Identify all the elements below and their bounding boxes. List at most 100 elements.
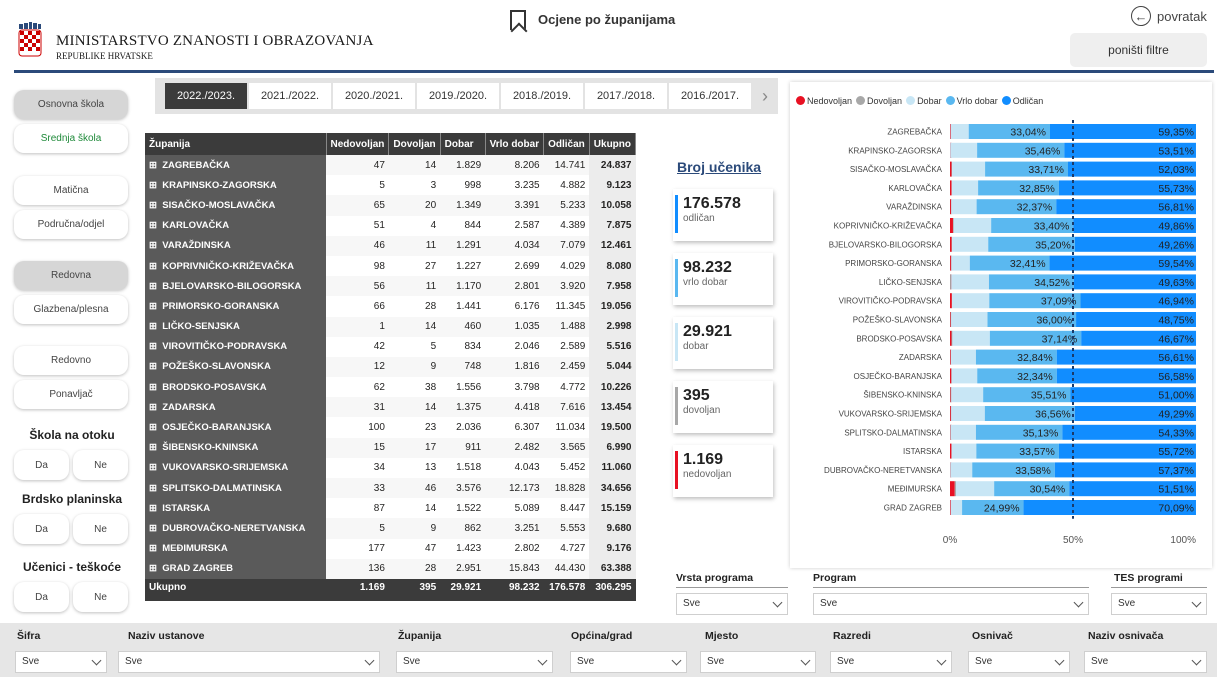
county-cell[interactable]: ⊞ LIČKO-SENJSKA [145,316,326,337]
table-row[interactable]: ⊞ KRAPINSKO-ZAGORSKA 5 3 998 3.235 4.882 9.123 [145,175,636,196]
table-row[interactable]: ⊞ VIROVITIČKO-PODRAVSKA 42 5 834 2.046 2.589 5… [145,336,636,357]
filter-maticna[interactable]: Matična [14,176,128,205]
county-cell[interactable]: ⊞ ZADARSKA [145,397,326,418]
filter-podrucna-odjel[interactable]: Područna/odjel [14,210,128,239]
tab-year[interactable]: 2019./2020. [417,83,499,109]
card-accent [675,195,678,233]
county-cell[interactable]: ⊞ VIROVITIČKO-PODRAVSKA [145,336,326,357]
value-cell: 5.089 [514,502,540,514]
mjesto-select[interactable]: Sve [700,651,816,673]
legend-item[interactable]: Dobar [906,96,942,106]
table-row[interactable]: ⊞ MEĐIMURSKA 177 47 1.423 2.802 4.727 9.176 [145,538,636,559]
sifra-select[interactable]: Sve [15,651,107,673]
county-cell[interactable]: ⊞ DUBROVAČKO-NERETVANSKA [145,518,326,539]
tes-programi-select[interactable]: Sve [1111,593,1207,615]
filter-glazbena-plesna[interactable]: Glazbena/plesna [14,295,128,324]
filter-redovna[interactable]: Redovna [14,261,128,290]
reset-filters-button[interactable]: poništi filtre [1070,33,1207,67]
value-cell: 1.349 [440,195,486,216]
table-row[interactable]: ⊞ OSJEČKO-BARANJSKA 100 23 2.036 6.307 11.034… [145,417,636,438]
legend-item[interactable]: Nedovoljan [796,96,852,106]
island-yes-button[interactable]: Da [14,450,69,480]
naziv-ustanove-select[interactable]: Sve [118,651,380,673]
filter-ponavljac[interactable]: Ponavljač [14,380,128,409]
tab-year[interactable]: 2018./2019. [501,83,583,109]
value-cell: 4.418 [485,397,544,418]
tab-year[interactable]: 2017./2018. [585,83,667,109]
table-row[interactable]: ⊞ ISTARSKA 87 14 1.522 5.089 8.447 15.159 [145,498,636,519]
table-row[interactable]: ⊞ ZADARSKA 31 14 1.375 4.418 7.616 13.454 [145,397,636,418]
table-row[interactable]: ⊞ SISAČKO-MOSLAVAČKA 65 20 1.349 3.391 5.233 1… [145,195,636,216]
chevron-right-icon[interactable]: › [762,86,768,107]
table-row[interactable]: ⊞ KARLOVAČKA 51 4 844 2.587 4.389 7.875 [145,215,636,236]
zupanija-select[interactable]: Sve [396,651,553,673]
county-cell[interactable]: ⊞ ZAGREBAČKA [145,155,326,176]
island-no-button[interactable]: Ne [73,450,128,480]
program-select[interactable]: Sve [813,593,1089,615]
difficulty-no-button[interactable]: Ne [73,582,128,612]
county-cell[interactable]: ⊞ PRIMORSKO-GORANSKA [145,296,326,317]
category-label: SISAČKO-MOSLAVAČKA [850,165,943,174]
filter-srednja-skola[interactable]: Srednja škola [14,124,128,153]
tab-year[interactable]: 2022./2023. [165,83,247,109]
column-header[interactable]: Ukupno [589,133,637,155]
county-cell[interactable]: ⊞ KOPRIVNIČKO-KRIŽEVAČKA [145,255,326,277]
county-cell[interactable]: ⊞ BJELOVARSKO-BILOGORSKA [145,276,326,297]
table-row[interactable]: ⊞ SPLITSKO-DALMATINSKA 33 46 3.576 12.173 18.… [145,478,636,499]
filter-redovno[interactable]: Redovno [14,346,128,375]
value-cell: 28 [425,300,437,312]
county-cell[interactable]: ⊞ KARLOVAČKA [145,215,326,236]
tab-year[interactable]: 2020./2021. [333,83,415,109]
county-cell[interactable]: ⊞ VARAŽDINSKA [145,235,326,256]
column-header[interactable]: Vrlo dobar [485,133,545,155]
county-cell[interactable]: ⊞ MEĐIMURSKA [145,538,326,559]
filter-osnovna-skola[interactable]: Osnovna škola [14,90,128,119]
tab-year[interactable]: 2021./2022. [249,83,331,109]
card-label: dovoljan [683,405,721,416]
column-header[interactable]: Dobar [440,133,486,155]
county-cell[interactable]: ⊞ GRAD ZAGREB [145,558,326,579]
data-label: 33,58% [1015,465,1051,477]
column-header[interactable]: Nedovoljan [326,133,390,155]
county-cell[interactable]: ⊞ OSJEČKO-BARANJSKA [145,417,326,438]
value-cell: 10.058 [589,195,636,216]
razredi-select[interactable]: Sve [830,651,952,673]
county-cell[interactable]: ⊞ SISAČKO-MOSLAVAČKA [145,195,326,216]
table-row[interactable]: ⊞ ŠIBENSKO-KNINSKA 15 17 911 2.482 3.565 6.990 [145,437,636,458]
table-row[interactable]: ⊞ BJELOVARSKO-BILOGORSKA 56 11 1.170 2.801 3.… [145,276,636,297]
legend-item[interactable]: Dovoljan [856,96,902,106]
county-cell[interactable]: ⊞ POŽEŠKO-SLAVONSKA [145,356,326,378]
mountain-no-button[interactable]: Ne [73,514,128,544]
table-row[interactable]: ⊞ VARAŽDINSKA 46 11 1.291 4.034 7.079 12.461 [145,235,636,256]
value-cell: 51 [373,220,385,232]
naziv-osnivaca-select[interactable]: Sve [1084,651,1207,673]
column-header[interactable]: Dovoljan [388,133,441,155]
county-cell[interactable]: ⊞ ŠIBENSKO-KNINSKA [145,437,326,458]
bookmark-icon[interactable] [510,10,526,30]
county-cell[interactable]: ⊞ SPLITSKO-DALMATINSKA [145,478,326,499]
vrsta-programa-select[interactable]: Sve [676,593,788,615]
mountain-yes-button[interactable]: Da [14,514,69,544]
opcina-grad-select[interactable]: Sve [570,651,687,673]
column-header[interactable]: Županija [145,133,327,155]
table-row[interactable]: ⊞ ZAGREBAČKA 47 14 1.829 8.206 14.741 24.837 [145,155,636,176]
difficulty-yes-button[interactable]: Da [14,582,69,612]
table-row[interactable]: ⊞ POŽEŠKO-SLAVONSKA 12 9 748 1.816 2.459 5.044 [145,356,636,378]
table-row[interactable]: ⊞ BRODSKO-POSAVSKA 62 38 1.556 3.798 4.772 10.… [145,377,636,398]
table-row[interactable]: ⊞ PRIMORSKO-GORANSKA 66 28 1.441 6.176 11.345… [145,296,636,317]
table-row[interactable]: ⊞ DUBROVAČKO-NERETVANSKA 5 9 862 3.251 5.553 9… [145,518,636,539]
tab-year[interactable]: 2016./2017. [669,83,751,109]
back-button[interactable]: ← povratak [1131,6,1207,26]
table-row[interactable]: ⊞ GRAD ZAGREB 136 28 2.951 15.843 44.430 63.38… [145,558,636,579]
legend-item[interactable]: Vrlo dobar [945,96,998,106]
table-row[interactable]: ⊞ LIČKO-SENJSKA 1 14 460 1.035 1.488 2.998 [145,316,636,337]
county-cell[interactable]: ⊞ BRODSKO-POSAVSKA [145,377,326,398]
legend-item[interactable]: Odličan [1001,96,1043,106]
county-cell[interactable]: ⊞ KRAPINSKO-ZAGORSKA [145,175,326,196]
table-row[interactable]: ⊞ KOPRIVNIČKO-KRIŽEVAČKA 98 27 1.227 2.699 4.… [145,255,636,277]
column-header[interactable]: Odličan [543,133,590,155]
table-row[interactable]: ⊞ VUKOVARSKO-SRIJEMSKA 34 13 1.518 4.043 5.45… [145,457,636,478]
county-cell[interactable]: ⊞ ISTARSKA [145,498,326,519]
county-cell[interactable]: ⊞ VUKOVARSKO-SRIJEMSKA [145,457,326,478]
osnivac-select[interactable]: Sve [968,651,1070,673]
